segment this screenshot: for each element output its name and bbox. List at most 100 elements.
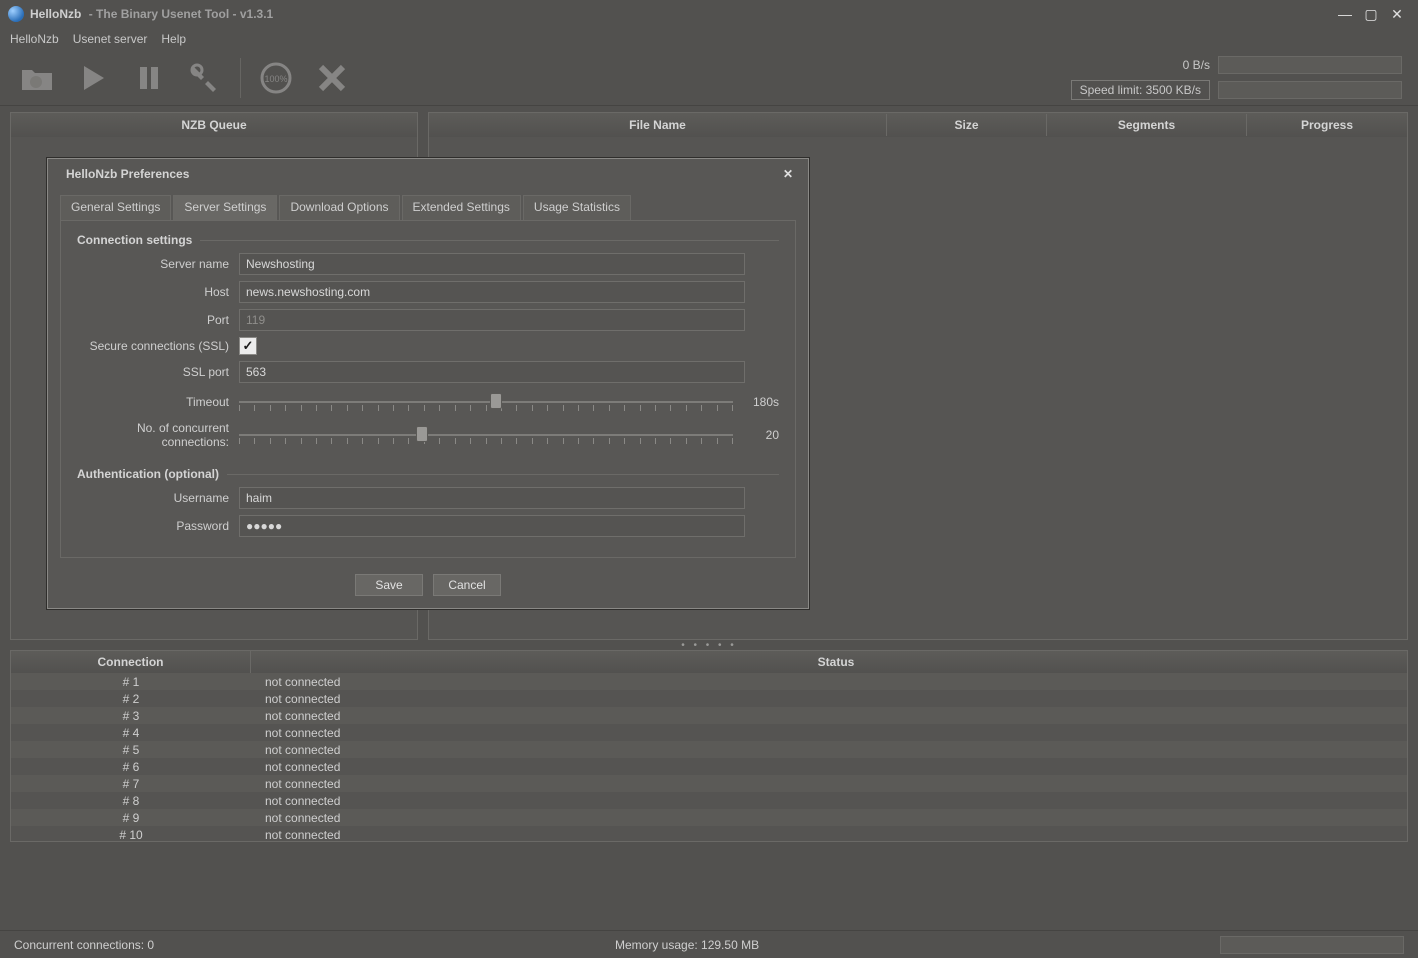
connection-id: # 4 [11,726,251,740]
connection-status: not connected [251,811,1407,825]
current-speed-label: 0 B/s [1183,58,1210,72]
connection-id: # 5 [11,743,251,757]
menu-help[interactable]: Help [161,32,186,46]
connection-row[interactable]: # 2not connected [11,690,1407,707]
menubar: HelloNzb Usenet server Help [0,28,1418,50]
minimize-button[interactable]: — [1332,5,1358,23]
connection-status: not connected [251,828,1407,842]
play-button[interactable] [66,54,120,102]
svg-text:100%: 100% [264,74,287,84]
label-connections: No. of concurrent connections: [77,421,239,449]
connection-row[interactable]: # 5not connected [11,741,1407,758]
connection-id: # 1 [11,675,251,689]
connection-status: not connected [251,675,1407,689]
col-file-name[interactable]: File Name [429,114,887,136]
tab-server-settings[interactable]: Server Settings [173,195,277,220]
dialog-title: HelloNzb Preferences [66,167,189,181]
maximize-button[interactable]: ▢ [1358,5,1384,23]
menu-usenet-server[interactable]: Usenet server [73,32,148,46]
toolbar: 100% 0 B/s Speed limit: 3500 KB/s [0,50,1418,106]
connection-status: not connected [251,760,1407,774]
section-connection-settings: Connection settings [77,233,779,247]
col-segments[interactable]: Segments [1047,114,1247,136]
connection-id: # 10 [11,828,251,842]
connection-status: not connected [251,692,1407,706]
queue-header: NZB Queue [11,113,417,137]
connection-id: # 7 [11,777,251,791]
tab-download-options[interactable]: Download Options [279,195,399,220]
dialog-titlebar[interactable]: HelloNzb Preferences ✕ [48,159,808,189]
menu-hellonzb[interactable]: HelloNzb [10,32,59,46]
connection-row[interactable]: # 8not connected [11,792,1407,809]
toolbar-separator [240,58,241,98]
connections-panel: Connection Status # 1not connected# 2not… [10,650,1408,842]
connection-row[interactable]: # 9not connected [11,809,1407,826]
file-table-header: File Name Size Segments Progress [429,113,1407,137]
open-folder-button[interactable] [10,54,64,102]
connection-status: not connected [251,794,1407,808]
horizontal-splitter[interactable]: • • • • • [0,640,1418,650]
checkbox-ssl[interactable]: ✓ [239,337,257,355]
connection-id: # 6 [11,760,251,774]
speed-limit-button[interactable]: Speed limit: 3500 KB/s [1071,80,1210,100]
pause-button[interactable] [122,54,176,102]
tab-extended-settings[interactable]: Extended Settings [402,195,521,220]
col-size[interactable]: Size [887,114,1047,136]
input-username[interactable] [239,487,745,509]
close-button[interactable]: ✕ [1384,5,1410,23]
status-concurrent: Concurrent connections: 0 [14,938,154,952]
value-timeout: 180s [733,395,779,409]
connection-status: not connected [251,743,1407,757]
tab-general-settings[interactable]: General Settings [60,195,171,220]
app-icon [8,6,24,22]
speed-progress [1218,56,1402,74]
connection-status: not connected [251,726,1407,740]
value-connections: 20 [733,428,779,442]
status-memory: Memory usage: 129.50 MB [154,938,1220,952]
section-authentication: Authentication (optional) [77,467,779,481]
input-server-name[interactable] [239,253,745,275]
col-progress[interactable]: Progress [1247,114,1407,136]
statusbar: Concurrent connections: 0 Memory usage: … [0,930,1418,958]
connection-status: not connected [251,777,1407,791]
input-port[interactable] [239,309,745,331]
cancel-all-button[interactable] [305,54,359,102]
label-password: Password [77,519,239,533]
label-server-name: Server name [77,257,239,271]
connection-row[interactable]: # 7not connected [11,775,1407,792]
connection-id: # 2 [11,692,251,706]
speed-limit-progress [1218,81,1402,99]
input-ssl-port[interactable] [239,361,745,383]
label-host: Host [77,285,239,299]
tab-usage-statistics[interactable]: Usage Statistics [523,195,631,220]
connection-row[interactable]: # 1not connected [11,673,1407,690]
settings-button[interactable] [178,54,232,102]
connection-row[interactable]: # 10not connected [11,826,1407,841]
titlebar: HelloNzb - The Binary Usenet Tool - v1.3… [0,0,1418,28]
connection-row[interactable]: # 3not connected [11,707,1407,724]
col-status[interactable]: Status [251,651,1407,673]
dialog-tabs: General Settings Server Settings Downloa… [48,189,808,220]
connection-row[interactable]: # 4not connected [11,724,1407,741]
connection-id: # 3 [11,709,251,723]
save-button[interactable]: Save [355,574,423,596]
connection-id: # 9 [11,811,251,825]
label-port: Port [77,313,239,327]
label-timeout: Timeout [77,395,239,409]
speed-gauge-button[interactable]: 100% [249,54,303,102]
connection-row[interactable]: # 6not connected [11,758,1407,775]
slider-connections[interactable] [239,424,733,446]
connection-id: # 8 [11,794,251,808]
cancel-button[interactable]: Cancel [433,574,501,596]
app-title: HelloNzb - The Binary Usenet Tool - v1.3… [30,7,273,21]
status-progress-box [1220,936,1404,954]
dialog-close-button[interactable]: ✕ [778,164,798,184]
connection-status: not connected [251,709,1407,723]
input-host[interactable] [239,281,745,303]
label-ssl: Secure connections (SSL) [77,339,239,353]
slider-timeout[interactable] [239,391,733,413]
col-connection[interactable]: Connection [11,651,251,673]
connections-body[interactable]: # 1not connected# 2not connected# 3not c… [11,673,1407,841]
input-password[interactable] [239,515,745,537]
preferences-dialog: HelloNzb Preferences ✕ General Settings … [47,158,809,609]
